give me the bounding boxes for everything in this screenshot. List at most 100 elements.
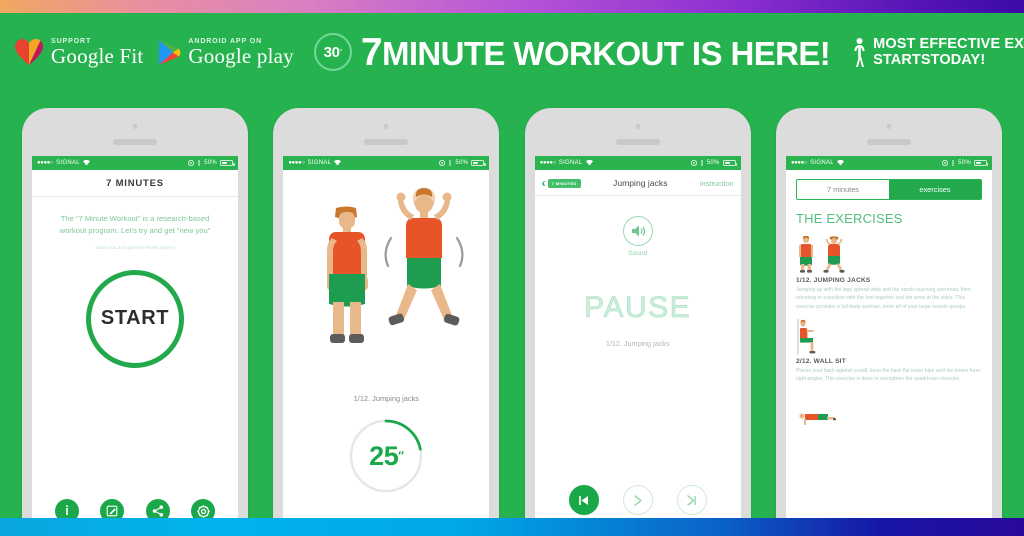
segment-exercises[interactable]: exercises	[888, 180, 981, 199]
phone-mockups: ●●●●○ SIGNAL 50% 7 MINUTES The “7 Minute…	[0, 108, 1024, 536]
tagline-line-2: STARTSTODAY!	[873, 52, 986, 68]
back-button[interactable]: ‹ 7 MINUTES	[542, 177, 581, 189]
phone-3-paused: ●●●●○ SIGNAL 50% ‹ 7 MINUTES Jumping jac…	[524, 108, 751, 536]
instruction-link[interactable]: instruction	[700, 179, 734, 188]
phone-1-description: The “7 Minute Workout” is a research-bas…	[59, 214, 211, 236]
battery-percent: 50%	[958, 160, 971, 166]
phone-4-exercise-list: ●●●●○ SIGNAL 50% 7 minutes exercises THE…	[775, 108, 1002, 536]
play-arrow-icon	[622, 485, 653, 515]
exercise-2-description: Places your back against a wall, keep th…	[795, 367, 981, 382]
phone-speaker-icon	[866, 139, 911, 145]
segmented-control: 7 minutes exercises	[795, 179, 982, 200]
sound-icon	[622, 216, 653, 246]
exercise-2-title: 2/12. WALL SIT	[795, 357, 846, 365]
wall-sit-thumbnail	[796, 315, 982, 355]
signal-dots-icon: ●●●●○	[539, 160, 557, 166]
phone-camera-icon	[886, 124, 892, 129]
page-title: 7MINUTE WORKOUT IS HERE!	[361, 33, 831, 72]
google-fit-badge[interactable]: SUPPORT Google Fit	[14, 38, 143, 67]
timer-wrap: 25 ″	[283, 417, 489, 495]
alarm-icon	[701, 160, 703, 166]
carrier-label: SIGNAL	[56, 160, 80, 166]
pushup-thumbnail	[796, 387, 982, 427]
signal-dots-icon: ●●●●○	[37, 160, 54, 166]
exercise-item-2[interactable]: 2/12. WALL SIT Places your back against …	[786, 311, 992, 384]
exercise-item-3[interactable]	[786, 383, 992, 427]
chevron-left-icon: ‹	[541, 176, 546, 190]
google-play-label: Google play	[188, 43, 294, 68]
runner-icon	[854, 38, 865, 67]
tagline-line-1: MOST EFFECTIVE EXERCISES	[873, 35, 1024, 52]
figure-standing-thumb	[798, 236, 813, 273]
thirty-number: 30	[323, 43, 340, 61]
countdown-timer: 25 ″	[347, 417, 425, 495]
figure-jumping-thumb	[823, 236, 845, 273]
jumping-jack-illustration	[283, 170, 490, 392]
phone-speaker-icon	[113, 139, 157, 145]
start-button[interactable]: START	[86, 269, 184, 368]
status-bar: ●●●●○ SIGNAL 50%	[534, 156, 741, 170]
alarm-icon	[449, 160, 452, 166]
timer-value-wrap: 25 ″	[347, 417, 425, 495]
google-fit-label: Google Fit	[51, 43, 144, 68]
sound-toggle[interactable]: Sound	[535, 216, 741, 257]
phone-speaker-icon	[615, 139, 660, 145]
carrier-label: SIGNAL	[810, 160, 834, 166]
location-icon	[942, 160, 949, 166]
location-icon	[690, 160, 697, 166]
signal-dots-icon: ●●●●○	[288, 160, 305, 166]
timer-value: 25	[369, 440, 399, 471]
battery-icon	[722, 160, 738, 166]
phone-3-screen: ●●●●○ SIGNAL 50% ‹ 7 MINUTES Jumping jac…	[534, 156, 741, 536]
phone-speaker-icon	[364, 139, 409, 145]
skip-previous-icon	[568, 485, 599, 515]
phone-4-screen: ●●●●○ SIGNAL 50% 7 minutes exercises THE…	[785, 156, 992, 536]
google-play-badge[interactable]: ANDROID APP ON Google play	[157, 38, 294, 68]
carrier-label: SIGNAL	[307, 160, 332, 166]
segment-7-minutes[interactable]: 7 minutes	[796, 180, 889, 199]
phone-2-exercise: ●●●●○ SIGNAL 50% 1/12. Jumping jacks 25 …	[273, 108, 500, 536]
thirty-second-badge: 30 "	[313, 33, 352, 71]
phone-2-caption: 1/12. Jumping jacks	[353, 394, 419, 403]
store-badges: SUPPORT Google Fit ANDROID APP ON Google…	[0, 38, 294, 67]
wifi-icon	[82, 160, 90, 166]
exercise-1-title: 1/12. JUMPING JACKS	[795, 277, 871, 284]
promo-banner: SUPPORT Google Fit ANDROID APP ON Google…	[0, 0, 1024, 536]
phone-3-title: Jumping jacks	[613, 178, 668, 188]
phone-1-title: 7 MINUTES	[32, 170, 238, 197]
timer-unit: ″	[398, 449, 404, 463]
tagline-block: MOST EFFECTIVE EXERCISES STARTSTODAY!	[852, 36, 1024, 68]
headline-rest: MINUTE WORKOUT IS HERE!	[381, 34, 831, 72]
figure-wall-sit-thumb	[796, 318, 816, 355]
phone-1-subtext: Thank you and open the health journey	[95, 244, 175, 250]
phone-1-home: ●●●●○ SIGNAL 50% 7 MINUTES The “7 Minute…	[22, 108, 248, 536]
alarm-icon	[198, 160, 200, 166]
phone-camera-icon	[635, 124, 641, 129]
phone-2-screen: ●●●●○ SIGNAL 50% 1/12. Jumping jacks 25 …	[283, 156, 490, 536]
status-bar: ●●●●○ SIGNAL 50%	[283, 156, 490, 170]
figure-jumping	[384, 186, 464, 326]
tagline: MOST EFFECTIVE EXERCISES STARTSTODAY!	[873, 36, 1024, 68]
skip-next-icon	[676, 485, 707, 515]
header: SUPPORT Google Fit ANDROID APP ON Google…	[0, 13, 1024, 91]
battery-percent: 50%	[455, 160, 469, 166]
wifi-icon	[334, 160, 342, 166]
figure-pushup-thumb	[799, 413, 836, 426]
google-play-icon	[159, 39, 181, 65]
jumping-jacks-thumbnail	[796, 234, 982, 274]
wifi-icon	[836, 160, 844, 166]
battery-icon	[220, 160, 235, 166]
start-button-wrap: START	[32, 269, 238, 368]
back-button-label: 7 MINUTES	[547, 178, 581, 188]
carrier-label: SIGNAL	[558, 160, 583, 166]
phone-camera-icon	[383, 124, 389, 129]
top-gradient-strip	[0, 0, 1024, 13]
signal-dots-icon: ●●●●○	[790, 160, 808, 166]
wifi-icon	[585, 160, 593, 166]
sound-label: Sound	[628, 250, 648, 257]
location-icon	[439, 160, 446, 166]
start-button-label: START	[100, 307, 170, 330]
exercise-item-1[interactable]: 1/12. JUMPING JACKS Jumping up with the …	[786, 230, 992, 311]
figure-standing	[327, 206, 369, 343]
battery-icon	[471, 160, 486, 166]
